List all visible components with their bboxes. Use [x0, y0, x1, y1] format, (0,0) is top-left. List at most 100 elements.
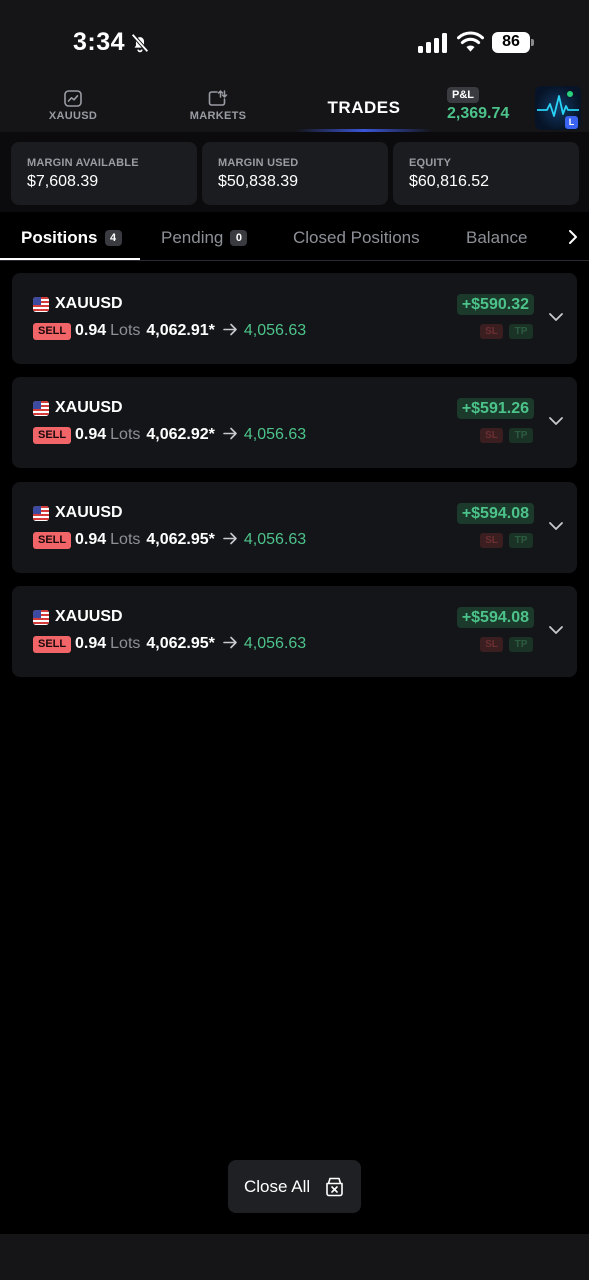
- sell-badge: SELL: [33, 636, 72, 654]
- profit-badge: +$591.26: [456, 398, 534, 420]
- symbol: XAUUSD: [55, 503, 123, 521]
- us-flag-icon: [33, 401, 49, 417]
- chevron-right-icon[interactable]: [564, 228, 582, 246]
- status-bar: 3:34 86: [0, 0, 589, 84]
- lots-unit: Lots: [110, 530, 141, 548]
- symbol: XAUUSD: [55, 399, 123, 417]
- trade-details: 0.94 Lots 4,062.95* 4,056.63: [75, 635, 306, 653]
- chevron-down-icon[interactable]: [548, 415, 564, 427]
- trade-details: 0.94 Lots 4,062.92* 4,056.63: [75, 426, 306, 444]
- sell-badge: SELL: [33, 427, 72, 445]
- tab-count: 0: [230, 230, 248, 246]
- take-profit-badge[interactable]: TP: [509, 637, 533, 653]
- position-card[interactable]: XAUUSD SELL 0.94 Lots 4,062.91* 4,056.63 +$…: [12, 273, 577, 364]
- sell-badge: SELL: [33, 531, 72, 549]
- position-card[interactable]: XAUUSD SELL 0.94 Lots 4,062.95* 4,056.63 +$…: [12, 586, 577, 678]
- lots-value: 0.94: [75, 322, 107, 339]
- close-all-label: Close All: [244, 1177, 311, 1196]
- margin-used-card: MARGIN USED $50,838.39: [202, 142, 388, 205]
- chevron-down-icon[interactable]: [548, 520, 564, 532]
- bell-off-icon: [131, 33, 149, 53]
- arrow-right-icon: [223, 636, 237, 649]
- profit-badge: +$594.08: [456, 607, 534, 629]
- take-profit-badge[interactable]: TP: [509, 428, 533, 444]
- bottom-bar: [0, 1234, 589, 1280]
- battery-level: 86: [502, 33, 520, 50]
- stop-loss-badge[interactable]: SL: [480, 428, 503, 444]
- battery-indicator: 86: [492, 32, 534, 53]
- tab-label: Pending: [161, 228, 224, 247]
- lots-unit: Lots: [110, 322, 141, 339]
- open-price: 4,062.95*: [146, 635, 215, 653]
- tab-pending[interactable]: Pending 0: [161, 228, 248, 248]
- chart-icon: [64, 90, 82, 107]
- stat-value: $7,608.39: [27, 173, 99, 190]
- nav-markets[interactable]: MARKETS: [186, 90, 250, 122]
- tab-closed-positions[interactable]: Closed Positions: [293, 228, 420, 248]
- sell-badge: SELL: [33, 323, 72, 340]
- arrow-right-icon: [223, 532, 237, 545]
- trades-tabs: Positions 4 Pending 0 Closed Positions Bal…: [0, 212, 589, 261]
- current-price: 4,056.63: [243, 530, 307, 548]
- us-flag-icon: [33, 505, 49, 521]
- chevron-down-icon[interactable]: [548, 311, 564, 323]
- trade-details: 0.94 Lots 4,062.91* 4,056.63: [75, 322, 306, 340]
- lots-value: 0.94: [75, 635, 107, 653]
- account-summary: MARGIN AVAILABLE $7,608.39 MARGIN USED $…: [0, 132, 589, 212]
- close-box-icon: [326, 1177, 343, 1197]
- equity-card: EQUITY $60,816.52: [393, 142, 579, 205]
- arrow-right-icon: [223, 428, 237, 440]
- pnl-value: 2,369.74: [447, 105, 510, 122]
- profit-badge: +$594.08: [456, 502, 534, 524]
- position-card[interactable]: XAUUSD SELL 0.94 Lots 4,062.92* 4,056.63 +$…: [12, 377, 577, 469]
- avatar-badge: L: [565, 116, 578, 129]
- us-flag-icon: [33, 297, 49, 312]
- nav-markets-label: MARKETS: [189, 110, 247, 122]
- avatar[interactable]: L: [535, 86, 581, 130]
- stat-label: MARGIN AVAILABLE: [27, 157, 139, 169]
- take-profit-badge[interactable]: TP: [509, 532, 533, 548]
- wifi-icon: [457, 31, 484, 52]
- take-profit-badge[interactable]: TP: [509, 324, 533, 339]
- stop-loss-badge[interactable]: SL: [480, 637, 503, 653]
- nav-trades[interactable]: TRADES: [300, 98, 428, 118]
- arrow-right-icon: [223, 323, 237, 336]
- lots-unit: Lots: [110, 426, 141, 444]
- top-nav: XAUUSD MARKETS TRADES P&L 2,369.74 L: [0, 84, 589, 132]
- stat-value: $60,816.52: [409, 173, 490, 190]
- stat-label: MARGIN USED: [218, 157, 299, 169]
- position-card[interactable]: XAUUSD SELL 0.94 Lots 4,062.95* 4,056.63 +$…: [12, 481, 577, 573]
- tab-positions[interactable]: Positions 4: [21, 228, 122, 248]
- trade-details: 0.94 Lots 4,062.95* 4,056.63: [75, 531, 306, 549]
- symbol: XAUUSD: [55, 295, 123, 312]
- tab-label: Closed Positions: [293, 228, 420, 247]
- tab-label: Balance: [466, 228, 528, 247]
- nav-xauusd[interactable]: XAUUSD: [42, 90, 104, 122]
- stop-loss-badge[interactable]: SL: [480, 532, 503, 548]
- tab-label: Positions: [21, 228, 98, 247]
- us-flag-icon: [33, 610, 49, 626]
- lots-value: 0.94: [75, 530, 107, 548]
- online-indicator: [567, 91, 573, 97]
- active-tab-indicator: [0, 258, 140, 260]
- cellular-signal-icon: [418, 33, 447, 53]
- tab-balance[interactable]: Balance: [466, 228, 527, 248]
- stat-value: $50,838.39: [218, 173, 299, 190]
- symbol: XAUUSD: [55, 608, 123, 626]
- lots-value: 0.94: [75, 426, 107, 444]
- chevron-down-icon[interactable]: [548, 624, 564, 636]
- stat-label: EQUITY: [409, 157, 452, 169]
- current-price: 4,056.63: [243, 635, 307, 653]
- status-time: 3:34: [73, 28, 126, 56]
- open-price: 4,062.92*: [146, 426, 215, 444]
- lots-unit: Lots: [110, 635, 141, 653]
- tab-count: 4: [104, 230, 122, 246]
- stop-loss-badge[interactable]: SL: [480, 324, 503, 339]
- markets-icon: [208, 90, 228, 106]
- pnl-label: P&L: [447, 87, 479, 103]
- open-price: 4,062.95*: [146, 530, 215, 548]
- current-price: 4,056.63: [243, 426, 307, 444]
- nav-xauusd-label: XAUUSD: [48, 110, 98, 122]
- close-all-button[interactable]: Close All: [228, 1160, 361, 1213]
- profit-badge: +$590.32: [456, 294, 534, 315]
